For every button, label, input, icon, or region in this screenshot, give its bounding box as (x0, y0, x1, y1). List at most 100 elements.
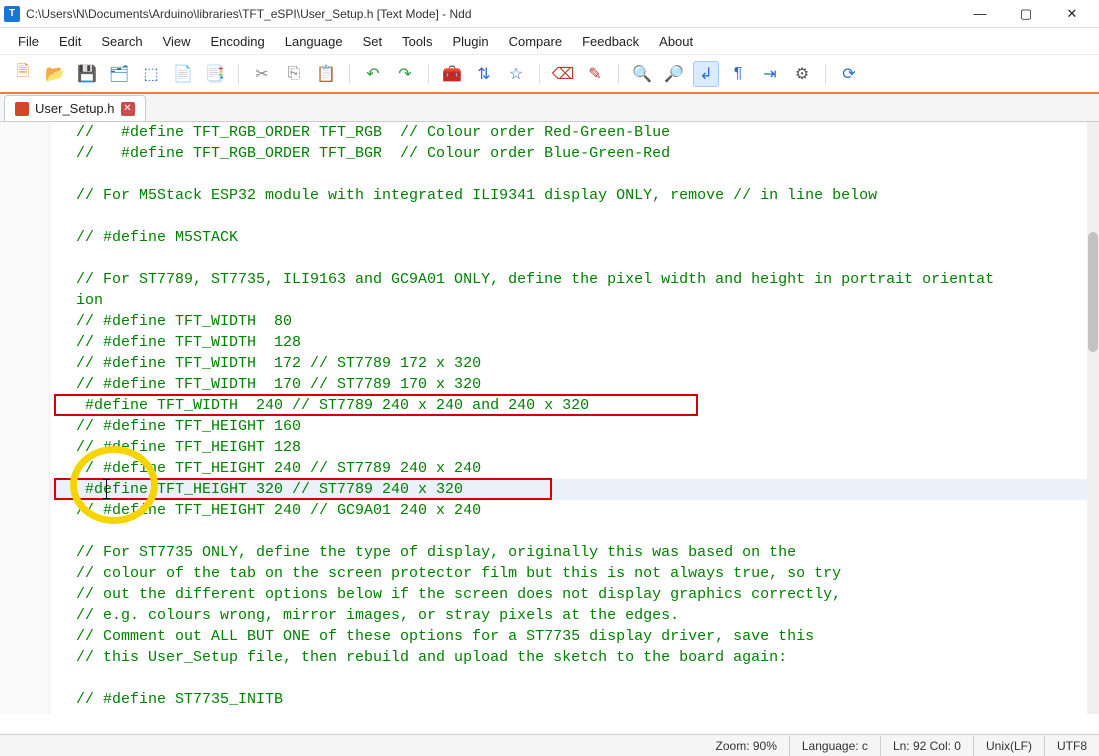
menu-file[interactable]: File (8, 30, 49, 53)
code-line[interactable]: 86// #define TFT_WIDTH 172 // ST7789 172… (50, 353, 1087, 374)
code-text: // colour of the tab on the screen prote… (50, 563, 841, 584)
open-file-icon[interactable]: 📂 (42, 61, 68, 87)
tab-close-icon[interactable]: ✕ (121, 102, 135, 116)
code-line[interactable]: 94 (50, 521, 1087, 542)
status-position: Ln: 92 Col: 0 (881, 736, 974, 756)
code-text: // #define TFT_HEIGHT 128 (50, 437, 301, 458)
code-line[interactable]: 96// colour of the tab on the screen pro… (50, 563, 1087, 584)
code-text: // For ST7735 ONLY, define the type of d… (50, 542, 796, 563)
brush-icon[interactable]: ✎ (582, 61, 608, 87)
code-line[interactable]: 102// #define ST7735_INITB (50, 689, 1087, 710)
code-line[interactable]: 97// out the different options below if … (50, 584, 1087, 605)
redo-icon[interactable]: ↷ (392, 61, 418, 87)
menu-feedback[interactable]: Feedback (572, 30, 649, 53)
copy-file-icon[interactable]: 📑 (202, 61, 228, 87)
code-line[interactable]: 79// For M5Stack ESP32 module with integ… (50, 185, 1087, 206)
cut-icon[interactable]: ✂ (249, 61, 275, 87)
code-line[interactable]: 101 (50, 668, 1087, 689)
save-icon[interactable]: 💾 (74, 61, 100, 87)
code-text: #define TFT_WIDTH 240 // ST7789 240 x 24… (50, 395, 589, 416)
code-line[interactable]: 81// #define M5STACK (50, 227, 1087, 248)
refresh-icon[interactable]: ⟳ (836, 61, 862, 87)
zoom-in-icon[interactable]: 🔍 (629, 61, 655, 87)
zoom-out-icon[interactable]: 🔎 (661, 61, 687, 87)
paste-icon[interactable]: 📋 (313, 61, 339, 87)
indent-icon[interactable]: ⇥ (757, 61, 783, 87)
code-line[interactable]: 80 (50, 206, 1087, 227)
menu-compare[interactable]: Compare (499, 30, 572, 53)
code-area[interactable]: 76// #define TFT_RGB_ORDER TFT_RGB // Co… (50, 122, 1087, 714)
code-line[interactable]: 76// #define TFT_RGB_ORDER TFT_RGB // Co… (50, 122, 1087, 143)
menu-language[interactable]: Language (275, 30, 353, 53)
code-line[interactable]: 78 (50, 164, 1087, 185)
toolbar-separator (825, 64, 826, 84)
code-line[interactable]: 98// e.g. colours wrong, mirror images, … (50, 605, 1087, 626)
menu-set[interactable]: Set (353, 30, 393, 53)
menu-about[interactable]: About (649, 30, 703, 53)
code-text: // #define TFT_HEIGHT 240 // GC9A01 240 … (50, 500, 481, 521)
code-line[interactable]: 82 (50, 248, 1087, 269)
code-line[interactable]: 84// #define TFT_WIDTH 80 (50, 311, 1087, 332)
toolbar-separator (428, 64, 429, 84)
code-text: // #define ST7735_INITB (50, 689, 283, 710)
code-line[interactable]: 91// #define TFT_HEIGHT 240 // ST7789 24… (50, 458, 1087, 479)
status-language[interactable]: Language: c (790, 736, 881, 756)
menu-search[interactable]: Search (91, 30, 152, 53)
code-line[interactable]: 92 #define TFT_HEIGHT 320 // ST7789 240 … (50, 479, 1087, 500)
gear-icon[interactable]: ⚙ (789, 61, 815, 87)
toolbar-separator (238, 64, 239, 84)
code-text: // this User_Setup file, then rebuild an… (50, 647, 787, 668)
code-text: // Comment out ALL BUT ONE of these opti… (50, 626, 814, 647)
minimize-button[interactable]: — (957, 0, 1003, 28)
code-line[interactable]: 89// #define TFT_HEIGHT 160 (50, 416, 1087, 437)
package-icon[interactable]: 🧰 (439, 61, 465, 87)
wrap-icon[interactable]: ↲ (693, 61, 719, 87)
code-text: // #define M5STACK (50, 227, 238, 248)
save-all-icon[interactable]: 🗂 (106, 61, 132, 87)
toolbar: 🗎 📂 💾 🗂 ⬚ 📄 📑 ✂ ⎘ 📋 ↶ ↷ 🧰 ⇅ ☆ ⌫ ✎ 🔍 🔎 ↲ … (0, 54, 1099, 92)
code-line[interactable]: 87// #define TFT_WIDTH 170 // ST7789 170… (50, 374, 1087, 395)
menu-view[interactable]: View (153, 30, 201, 53)
bookmark-icon[interactable]: ☆ (503, 61, 529, 87)
settings-icon[interactable]: ⬚ (138, 61, 164, 87)
menu-tools[interactable]: Tools (392, 30, 442, 53)
menu-plugin[interactable]: Plugin (442, 30, 498, 53)
status-zoom[interactable]: Zoom: 90% (704, 736, 790, 756)
code-line[interactable]: 77// #define TFT_RGB_ORDER TFT_BGR // Co… (50, 143, 1087, 164)
scrollbar-thumb[interactable] (1088, 232, 1098, 352)
undo-icon[interactable]: ↶ (360, 61, 386, 87)
code-line[interactable]: 93// #define TFT_HEIGHT 240 // GC9A01 24… (50, 500, 1087, 521)
vertical-scrollbar[interactable] (1087, 122, 1099, 714)
code-line[interactable]: 95// For ST7735 ONLY, define the type of… (50, 542, 1087, 563)
menu-edit[interactable]: Edit (49, 30, 91, 53)
code-text: // For M5Stack ESP32 module with integra… (50, 185, 877, 206)
code-line[interactable]: 99// Comment out ALL BUT ONE of these op… (50, 626, 1087, 647)
line-number-gutter (0, 122, 50, 714)
save-as-icon[interactable]: 📄 (170, 61, 196, 87)
code-text: // #define TFT_WIDTH 80 (50, 311, 292, 332)
code-line[interactable]: 83// For ST7789, ST7735, ILI9163 and GC9… (50, 269, 1087, 290)
tab-user-setup[interactable]: User_Setup.h ✕ (4, 95, 146, 121)
menu-bar: File Edit Search View Encoding Language … (0, 28, 1099, 54)
code-line[interactable]: 88 #define TFT_WIDTH 240 // ST7789 240 x… (50, 395, 1087, 416)
maximize-button[interactable]: ▢ (1003, 0, 1049, 28)
status-eol[interactable]: Unix(LF) (974, 736, 1045, 756)
code-line[interactable]: 90// #define TFT_HEIGHT 128 (50, 437, 1087, 458)
code-line[interactable]: 85// #define TFT_WIDTH 128 (50, 332, 1087, 353)
code-text: // #define TFT_RGB_ORDER TFT_RGB // Colo… (50, 122, 670, 143)
sort-icon[interactable]: ⇅ (471, 61, 497, 87)
pilcrow-icon[interactable]: ¶ (725, 61, 751, 87)
code-line[interactable]: ion (50, 290, 1087, 311)
code-text: // out the different options below if th… (50, 584, 841, 605)
code-line[interactable]: 100// this User_Setup file, then rebuild… (50, 647, 1087, 668)
code-text: ion (50, 290, 103, 311)
erase-icon[interactable]: ⌫ (550, 61, 576, 87)
new-file-icon[interactable]: 🗎 (10, 61, 36, 87)
status-bar: Zoom: 90% Language: c Ln: 92 Col: 0 Unix… (0, 734, 1099, 756)
toolbar-separator (618, 64, 619, 84)
close-button[interactable]: ✕ (1049, 0, 1095, 28)
copy-icon[interactable]: ⎘ (281, 61, 307, 87)
status-encoding[interactable]: UTF8 (1045, 736, 1099, 756)
editor[interactable]: 76// #define TFT_RGB_ORDER TFT_RGB // Co… (0, 122, 1099, 714)
menu-encoding[interactable]: Encoding (201, 30, 275, 53)
